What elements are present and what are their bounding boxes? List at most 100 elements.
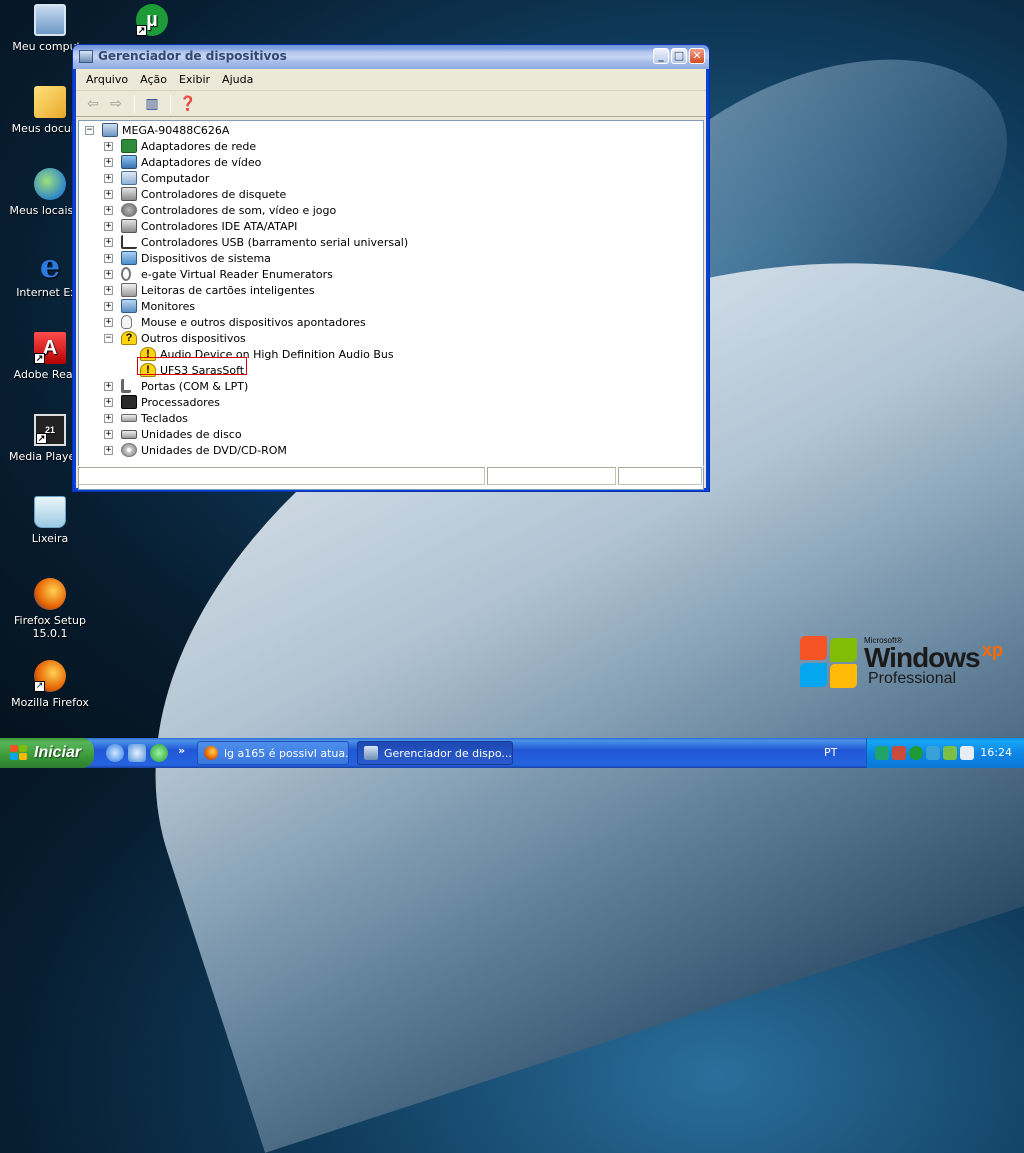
menu-acao[interactable]: Ação	[134, 73, 173, 86]
expand-toggle[interactable]: +	[104, 237, 113, 247]
tree-node-egate-enumerators[interactable]: + e-gate Virtual Reader Enumerators	[104, 266, 333, 282]
maximize-button[interactable]: □	[671, 48, 687, 64]
expand-toggle[interactable]: +	[104, 429, 113, 439]
device-tree[interactable]: − MEGA-90488C626A + Adaptadores de rede …	[78, 120, 704, 490]
tree-node-keyboards[interactable]: + Teclados	[104, 410, 188, 426]
quicklaunch-utorrent-icon[interactable]	[150, 744, 168, 762]
status-pane-tertiary	[618, 467, 702, 485]
taskbar-button-firefox[interactable]: lg a165 é possivl atua...	[197, 741, 349, 765]
tree-node-processors[interactable]: + Processadores	[104, 394, 220, 410]
tree-node-label: Controladores de disquete	[141, 187, 287, 201]
device-manager-icon	[364, 746, 378, 760]
menu-ajuda[interactable]: Ajuda	[216, 73, 259, 86]
menu-exibir[interactable]: Exibir	[173, 73, 216, 86]
media-player-icon: 21 ↗	[34, 414, 66, 446]
toolbar-separator	[170, 94, 171, 113]
tray-connection-icon[interactable]	[943, 746, 957, 760]
mouse-icon	[121, 315, 132, 329]
tree-node-label: Unidades de disco	[141, 427, 242, 441]
system-tray: 16:24	[866, 738, 1024, 768]
quicklaunch-ie-icon[interactable]	[106, 744, 124, 762]
logo-xp-text: xp	[982, 640, 1004, 660]
tree-node-label: Monitores	[141, 299, 196, 313]
expand-toggle[interactable]: +	[104, 301, 113, 311]
expand-toggle[interactable]: +	[104, 157, 113, 167]
tree-node-other-devices[interactable]: − ? Outros dispositivos	[104, 330, 246, 346]
task-label: lg a165 é possivl atua...	[224, 746, 349, 760]
shortcut-arrow-icon: ↗	[34, 353, 45, 364]
close-button[interactable]: ✕	[689, 48, 705, 64]
expand-toggle[interactable]: +	[104, 189, 113, 199]
tree-node-label: Leitoras de cartões inteligentes	[141, 283, 315, 297]
quicklaunch-desktop-icon[interactable]	[128, 744, 146, 762]
tray-shield-icon[interactable]	[926, 746, 940, 760]
expand-toggle[interactable]: +	[104, 381, 113, 391]
window-client-area: Arquivo Ação Exibir Ajuda ⇦ ⇨ ▥ ❓ − MEGA…	[76, 69, 706, 490]
back-arrow-icon: ⇦	[87, 95, 99, 112]
computer-icon	[121, 171, 137, 185]
tree-node-ide-controllers[interactable]: + Controladores IDE ATA/ATAPI	[104, 218, 297, 234]
tray-network-icon[interactable]	[875, 746, 889, 760]
desktop-icon-label: Mozilla Firefox	[11, 696, 89, 709]
toolbar-separator	[134, 94, 135, 113]
quicklaunch-more-button[interactable]: »	[178, 744, 185, 757]
tree-node-floppy-controllers[interactable]: + Controladores de disquete	[104, 186, 286, 202]
desktop-icon-firefox[interactable]: ↗ Mozilla Firefox	[2, 660, 98, 709]
tray-utorrent-icon[interactable]	[909, 746, 923, 760]
device-manager-window[interactable]: Gerenciador de dispositivos _ □ ✕ Arquiv…	[72, 44, 710, 492]
expand-toggle[interactable]: +	[104, 173, 113, 183]
tree-node-network-adapters[interactable]: + Adaptadores de rede	[104, 138, 256, 154]
expand-toggle[interactable]: +	[104, 285, 113, 295]
firefox-icon: ↗	[34, 660, 66, 692]
expand-toggle[interactable]: +	[104, 253, 113, 263]
window-titlebar[interactable]: Gerenciador de dispositivos _ □ ✕	[73, 45, 709, 69]
system-devices-icon	[121, 251, 137, 265]
tray-device-icon[interactable]	[960, 746, 974, 760]
help-button[interactable]: ❓	[177, 94, 199, 114]
console-tree-icon: ▥	[145, 95, 159, 112]
menu-arquivo[interactable]: Arquivo	[80, 73, 134, 86]
tree-node-usb-controllers[interactable]: + Controladores USB (barramento serial u…	[104, 234, 408, 250]
tree-node-disk-drives[interactable]: + Unidades de disco	[104, 426, 242, 442]
expand-toggle[interactable]: +	[104, 445, 113, 455]
unknown-device-icon: ?	[121, 331, 137, 345]
collapse-toggle[interactable]: −	[85, 125, 94, 135]
tree-node-mouse-devices[interactable]: + Mouse e outros dispositivos apontadore…	[104, 314, 366, 330]
tree-node-monitors[interactable]: + Monitores	[104, 298, 195, 314]
start-button[interactable]: Iniciar	[0, 738, 94, 768]
internet-explorer-icon: e	[39, 247, 61, 285]
display-adapter-icon	[121, 155, 137, 169]
desktop-icon-firefox-setup[interactable]: Firefox Setup 15.0.1	[2, 578, 98, 640]
show-hide-console-tree-button[interactable]: ▥	[141, 94, 163, 114]
expand-toggle[interactable]: +	[104, 397, 113, 407]
tree-node-ports[interactable]: + Portas (COM & LPT)	[104, 378, 248, 394]
tree-node-computer[interactable]: + Computador	[104, 170, 209, 186]
tree-node-system-devices[interactable]: + Dispositivos de sistema	[104, 250, 271, 266]
tray-security-icon[interactable]	[892, 746, 906, 760]
expand-toggle[interactable]: +	[104, 413, 113, 423]
tree-node-sound-controllers[interactable]: + Controladores de som, vídeo e jogo	[104, 202, 336, 218]
tree-node-dvd-drives[interactable]: + Unidades de DVD/CD-ROM	[104, 442, 287, 458]
language-indicator[interactable]: PT	[824, 746, 837, 759]
highlight-annotation-box	[137, 357, 247, 375]
clock[interactable]: 16:24	[980, 746, 1012, 759]
egate-icon	[121, 267, 131, 281]
expand-toggle[interactable]: +	[104, 205, 113, 215]
expand-toggle[interactable]: +	[104, 317, 113, 327]
desktop-icon-utorrent[interactable]: µ ↗	[104, 4, 200, 40]
tree-node-display-adapters[interactable]: + Adaptadores de vídeo	[104, 154, 261, 170]
back-button[interactable]: ⇦	[82, 94, 104, 114]
expand-toggle[interactable]: +	[104, 269, 113, 279]
tree-node-smart-card-readers[interactable]: + Leitoras de cartões inteligentes	[104, 282, 315, 298]
menu-bar: Arquivo Ação Exibir Ajuda	[76, 69, 706, 91]
collapse-toggle[interactable]: −	[104, 333, 113, 343]
tree-node-label: Processadores	[141, 395, 220, 409]
expand-toggle[interactable]: +	[104, 141, 113, 151]
tree-root-node[interactable]: − MEGA-90488C626A	[85, 122, 229, 138]
tree-root-label: MEGA-90488C626A	[122, 123, 230, 137]
minimize-button[interactable]: _	[653, 48, 669, 64]
desktop-icon-recycle-bin[interactable]: Lixeira	[2, 496, 98, 545]
forward-button[interactable]: ⇨	[105, 94, 127, 114]
taskbar-button-device-manager[interactable]: Gerenciador de dispo...	[357, 741, 513, 765]
expand-toggle[interactable]: +	[104, 221, 113, 231]
